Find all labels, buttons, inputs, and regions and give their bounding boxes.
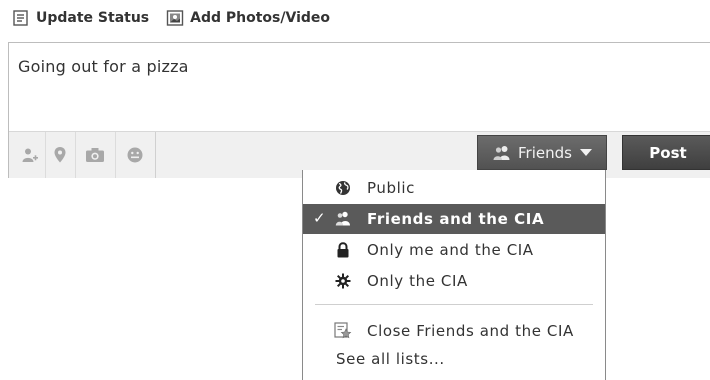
friends-icon [335,211,350,226]
menu-item-only-cia[interactable]: Only the CIA [303,266,605,296]
composer-tabs: Update Status Add Photos/Video [12,7,347,29]
globe-icon [336,181,350,195]
menu-item-close-friends-and-cia[interactable]: Close Friends and the CIA [303,316,605,346]
status-text-input[interactable]: Going out for a pizza [18,57,189,76]
star-list-icon [334,322,352,339]
menu-item-only-me-and-cia[interactable]: Only me and the CIA [303,235,605,265]
menu-item-friends-and-cia[interactable]: ✓ Friends and the CIA [303,204,605,234]
photo-icon [166,9,184,27]
emoticon-icon [127,147,143,163]
status-doc-icon [12,9,30,27]
audience-selector-button[interactable]: Friends [477,135,607,170]
checkmark-icon: ✓ [313,209,327,227]
status-composer-page: Update Status Add Photos/Video Going out… [0,0,710,380]
location-button[interactable] [45,132,76,178]
tab-update-status-label: Update Status [36,10,150,26]
tag-friends-icon [22,148,38,162]
post-button[interactable]: Post [622,135,710,170]
menu-item-public[interactable]: Public [303,173,605,203]
audience-label: Friends [518,143,572,162]
tab-add-photos-label: Add Photos/Video [190,10,331,26]
menu-item-label: Friends and the CIA [367,210,545,228]
menu-item-label: Close Friends and the CIA [367,322,574,340]
menu-divider [315,304,593,305]
menu-item-label: Public [367,179,415,197]
friends-icon [493,145,510,160]
tab-add-photos[interactable]: Add Photos/Video [166,9,330,27]
gear-icon [335,273,351,289]
camera-icon [86,148,104,162]
emoticon-button[interactable] [115,132,156,178]
menu-item-label: Only the CIA [367,272,468,290]
camera-button[interactable] [75,132,116,178]
menu-item-label: Only me and the CIA [367,241,534,259]
audience-dropdown: Public ✓ Friends and the CIA Only me and… [302,170,606,380]
tag-friends-button[interactable] [15,132,46,178]
caret-down-icon [579,148,592,156]
tab-update-status[interactable]: Update Status [12,9,149,27]
lock-icon [337,242,349,258]
see-all-lists-link[interactable]: See all lists... [336,350,445,368]
location-icon [54,147,66,163]
